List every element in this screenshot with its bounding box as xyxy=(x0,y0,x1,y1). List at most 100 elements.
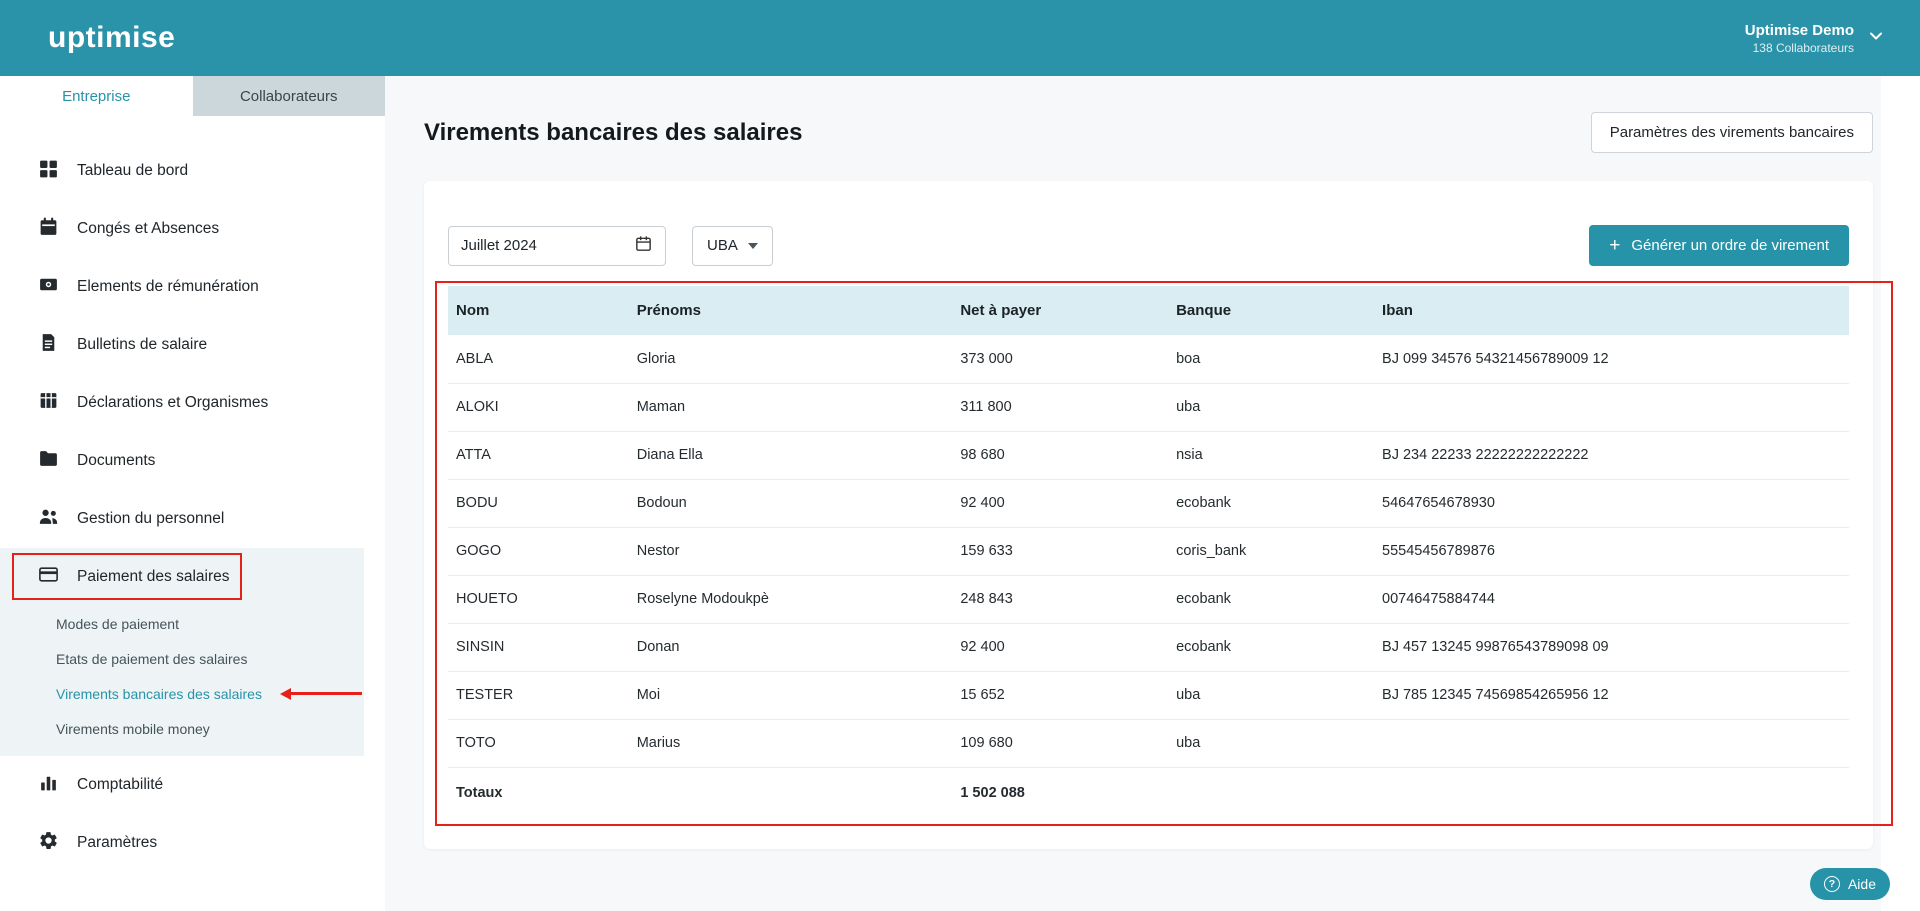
col-header-banque: Banque xyxy=(1168,286,1375,335)
bank-select[interactable]: UBA xyxy=(692,225,773,266)
sidebar-item-parametres[interactable]: Paramètres xyxy=(0,814,385,872)
submenu-item-modes-paiement[interactable]: Modes de paiement xyxy=(0,606,364,641)
plus-icon: + xyxy=(1609,235,1621,256)
table-row: ALOKI Maman 311 800 uba xyxy=(448,383,1849,432)
virements-settings-button[interactable]: Paramètres des virements bancaires xyxy=(1590,112,1873,153)
cell-net: 92 400 xyxy=(952,623,1169,672)
cell-banque: ecobank xyxy=(1168,479,1375,528)
cell-prenoms: Roselyne Modoukpè xyxy=(628,575,953,624)
page-title: Virements bancaires des salaires xyxy=(424,118,803,146)
cell-prenoms: Gloria xyxy=(628,335,953,384)
bank-select-value: UBA xyxy=(707,237,738,254)
table-row: BODU Bodoun 92 400 ecobank 5464765467893… xyxy=(448,479,1849,528)
submenu-item-etats-paiement[interactable]: Etats de paiement des salaires xyxy=(0,641,364,676)
submenu-item-label: Virements bancaires des salaires xyxy=(56,685,262,702)
sidebar-item-label: Paramètres xyxy=(77,834,158,851)
sidebar-item-label: Bulletins de salaire xyxy=(77,336,208,353)
people-icon xyxy=(38,506,59,532)
sidebar-item-documents[interactable]: Documents xyxy=(0,432,385,490)
table-row: TESTER Moi 15 652 uba BJ 785 12345 74569… xyxy=(448,671,1849,720)
virements-table-wrap: Nom Prénoms Net à payer Banque Iban ABLA… xyxy=(435,281,1893,826)
cell-banque: ecobank xyxy=(1168,623,1375,672)
cell-nom: HOUETO xyxy=(448,575,629,624)
cell-iban: BJ 099 34576 54321456789009 12 xyxy=(1374,335,1849,384)
generate-order-label: Générer un ordre de virement xyxy=(1631,237,1829,254)
sidebar: Entreprise Collaborateurs Tableau de bor… xyxy=(0,76,385,911)
table-row: HOUETO Roselyne Modoukpè 248 843 ecobank… xyxy=(448,575,1849,624)
cell-iban xyxy=(1374,383,1849,432)
caret-down-icon xyxy=(747,242,758,249)
bar-chart-icon xyxy=(38,772,59,798)
month-picker[interactable]: Juillet 2024 xyxy=(448,225,666,266)
cell-prenoms: Nestor xyxy=(628,527,953,576)
right-strip xyxy=(1881,76,1920,911)
cell-prenoms: Diana Ella xyxy=(628,431,953,480)
cell-banque: uba xyxy=(1168,671,1375,720)
totals-row: Totaux 1 502 088 xyxy=(448,767,1849,819)
cell-nom: TOTO xyxy=(448,719,629,768)
table-row: TOTO Marius 109 680 uba xyxy=(448,719,1849,768)
cell-nom: BODU xyxy=(448,479,629,528)
submenu-item-label: Etats de paiement des salaires xyxy=(56,650,248,667)
submenu-item-virements-bancaires[interactable]: Virements bancaires des salaires xyxy=(0,676,364,711)
cell-iban: 55545456789876 xyxy=(1374,527,1849,576)
cell-prenoms: Donan xyxy=(628,623,953,672)
submenu-item-label: Modes de paiement xyxy=(56,615,179,632)
folder-icon xyxy=(38,448,59,474)
table-header-row: Nom Prénoms Net à payer Banque Iban xyxy=(448,286,1849,335)
tab-entreprise[interactable]: Entreprise xyxy=(0,76,193,116)
cell-net: 373 000 xyxy=(952,335,1169,384)
calendar-icon xyxy=(38,216,59,242)
cell-nom: SINSIN xyxy=(448,623,629,672)
cell-iban: BJ 785 12345 74569854265956 12 xyxy=(1374,671,1849,720)
col-header-nom: Nom xyxy=(448,286,629,335)
cell-nom: TESTER xyxy=(448,671,629,720)
sidebar-group-paiement-salaires: Paiement des salaires Modes de paiement … xyxy=(0,548,364,756)
cell-net: 159 633 xyxy=(952,527,1169,576)
cell-net: 248 843 xyxy=(952,575,1169,624)
cell-net: 92 400 xyxy=(952,479,1169,528)
chevron-down-icon xyxy=(1866,26,1886,51)
cell-iban: BJ 457 13245 99876543789098 09 xyxy=(1374,623,1849,672)
cell-banque: nsia xyxy=(1168,431,1375,480)
sidebar-item-label: Gestion du personnel xyxy=(77,510,225,527)
sidebar-tabs: Entreprise Collaborateurs xyxy=(0,76,385,116)
payslip-icon xyxy=(38,332,59,358)
cell-net: 15 652 xyxy=(952,671,1169,720)
sidebar-item-declarations-organismes[interactable]: Déclarations et Organismes xyxy=(0,374,385,432)
sidebar-item-label: Tableau de bord xyxy=(77,162,189,179)
cell-nom: GOGO xyxy=(448,527,629,576)
col-header-iban: Iban xyxy=(1374,286,1849,335)
sidebar-item-tableau-de-bord[interactable]: Tableau de bord xyxy=(0,142,385,200)
table-row: ATTA Diana Ella 98 680 nsia BJ 234 22233… xyxy=(448,431,1849,480)
account-menu[interactable]: Uptimise Demo 138 Collaborateurs xyxy=(1745,22,1886,55)
tab-collaborateurs[interactable]: Collaborateurs xyxy=(192,76,385,116)
account-subtitle: 138 Collaborateurs xyxy=(1752,40,1854,55)
totals-net: 1 502 088 xyxy=(960,785,1025,802)
sidebar-item-label: Elements de rémunération xyxy=(77,278,259,295)
cell-prenoms: Moi xyxy=(628,671,953,720)
sidebar-item-label: Déclarations et Organismes xyxy=(77,394,269,411)
cell-net: 109 680 xyxy=(952,719,1169,768)
cell-banque: boa xyxy=(1168,335,1375,384)
cell-nom: ALOKI xyxy=(448,383,629,432)
table-row: GOGO Nestor 159 633 coris_bank 555454567… xyxy=(448,527,1849,576)
virements-card: Juillet 2024 UBA + Générer un ordre de v… xyxy=(424,181,1893,849)
totals-label: Totaux xyxy=(456,785,503,802)
cell-iban: 54647654678930 xyxy=(1374,479,1849,528)
table-row: SINSIN Donan 92 400 ecobank BJ 457 13245… xyxy=(448,623,1849,672)
month-picker-value: Juillet 2024 xyxy=(461,237,537,254)
sidebar-item-elements-remuneration[interactable]: Elements de rémunération xyxy=(0,258,385,316)
generate-order-button[interactable]: + Générer un ordre de virement xyxy=(1589,225,1849,266)
cell-prenoms: Maman xyxy=(628,383,953,432)
submenu-item-virements-mobile-money[interactable]: Virements mobile money xyxy=(0,711,364,746)
sidebar-item-gestion-personnel[interactable]: Gestion du personnel xyxy=(0,490,385,548)
payment-submenu: Modes de paiement Etats de paiement des … xyxy=(0,606,364,746)
sidebar-item-paiement-salaires[interactable]: Paiement des salaires xyxy=(0,548,364,606)
sidebar-item-conges-absences[interactable]: Congés et Absences xyxy=(0,200,385,258)
sidebar-item-bulletins-salaire[interactable]: Bulletins de salaire xyxy=(0,316,385,374)
help-button[interactable]: ? Aide xyxy=(1809,868,1890,900)
sidebar-item-comptabilite[interactable]: Comptabilité xyxy=(0,756,385,814)
app-logo[interactable]: uptimise xyxy=(48,21,175,55)
gear-icon xyxy=(38,830,59,856)
